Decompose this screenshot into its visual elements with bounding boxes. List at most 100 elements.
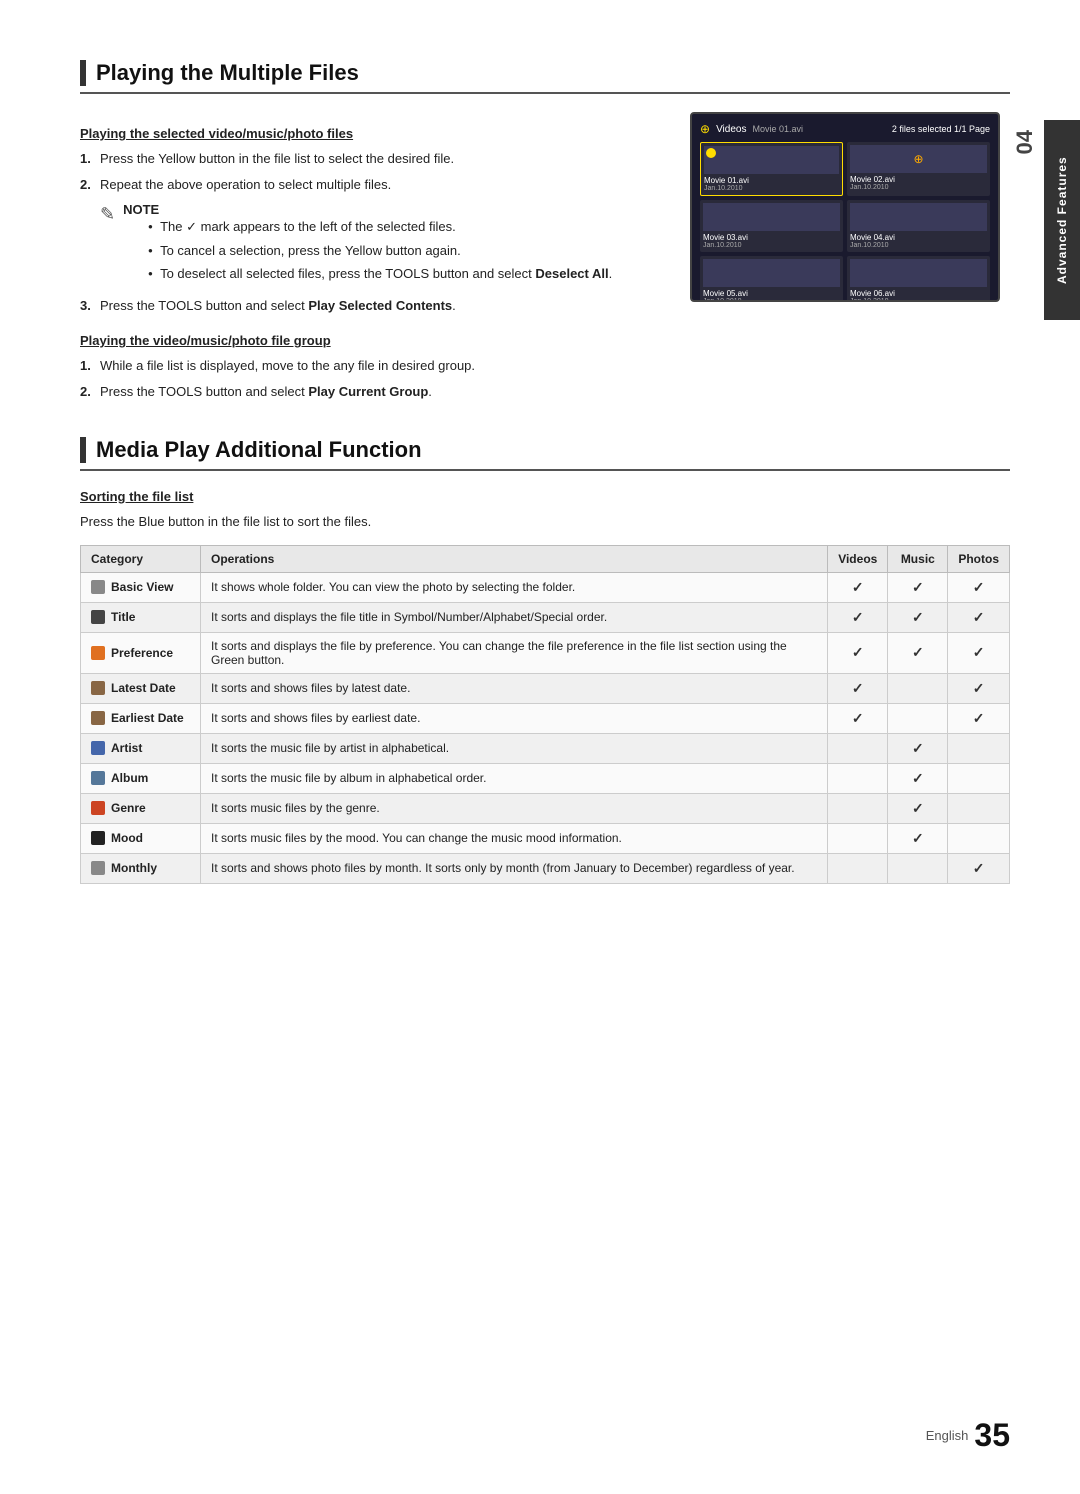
tv-title: Videos	[716, 124, 746, 135]
selected-indicator-1	[706, 148, 716, 158]
mood-music: ✓	[888, 823, 948, 853]
cat-preference: Preference	[81, 632, 201, 673]
step-3-num: 3.	[80, 296, 94, 316]
artist-videos	[828, 733, 888, 763]
tv-file-6-name: Movie 06.avi	[850, 289, 987, 298]
title-desc: It sorts and displays the file title in …	[201, 602, 828, 632]
subsection1-heading: Playing the selected video/music/photo f…	[80, 126, 660, 141]
table-row: Monthly It sorts and shows photo files b…	[81, 853, 1010, 883]
screenshot-container: ⊕ Videos Movie 01.avi 2 files selected 1…	[690, 112, 1010, 407]
monthly-videos	[828, 853, 888, 883]
tv-file-4-date: Jan.10.2010	[850, 242, 987, 249]
table-row: Preference It sorts and displays the fil…	[81, 632, 1010, 673]
col-videos: Videos	[828, 545, 888, 572]
mood-desc: It sorts music files by the mood. You ca…	[201, 823, 828, 853]
basic-view-desc: It shows whole folder. You can view the …	[201, 572, 828, 602]
cat-latest-date: Latest Date	[81, 673, 201, 703]
latest-date-photos: ✓	[948, 673, 1010, 703]
section-heading-bar	[80, 60, 86, 86]
preference-videos: ✓	[828, 632, 888, 673]
step-1-num: 1.	[80, 149, 94, 169]
subsection2-heading: Playing the video/music/photo file group	[80, 333, 660, 348]
section1-title: Playing the Multiple Files	[96, 60, 359, 86]
tv-file-1-name: Movie 01.avi	[704, 176, 839, 185]
preference-icon	[91, 646, 105, 660]
chapter-number: 04	[1008, 120, 1042, 164]
album-videos	[828, 763, 888, 793]
mood-videos	[828, 823, 888, 853]
tv-file-3-date: Jan.10.2010	[703, 242, 840, 249]
tv-thumb-4	[850, 203, 987, 231]
monthly-music	[888, 853, 948, 883]
cat-earliest-date: Earliest Date	[81, 703, 201, 733]
tv-status: 2 files selected 1/1 Page	[892, 124, 990, 134]
tv-file-5: Movie 05.avi Jan.10.2010	[700, 256, 843, 302]
genre-desc: It sorts music files by the genre.	[201, 793, 828, 823]
tv-file-grid: Movie 01.avi Jan.10.2010 ⊕ Movie 02.avi …	[700, 142, 990, 302]
latest-date-music	[888, 673, 948, 703]
tv-file-3: Movie 03.avi Jan.10.2010	[700, 200, 843, 252]
tv-thumb-2: ⊕	[850, 145, 987, 173]
artist-music: ✓	[888, 733, 948, 763]
tv-header: ⊕ Videos Movie 01.avi 2 files selected 1…	[700, 122, 990, 136]
artist-icon	[91, 741, 105, 755]
mood-photos	[948, 823, 1010, 853]
step-2-num: 2.	[80, 175, 94, 195]
note-box: ✎ NOTE The ✓ mark appears to the left of…	[100, 202, 660, 288]
tv-file-6: Movie 06.avi Jan.10.2010	[847, 256, 990, 302]
section2-description: Press the Blue button in the file list t…	[80, 512, 1010, 533]
step-3: 3. Press the TOOLS button and select Pla…	[80, 296, 660, 316]
col-operations: Operations	[201, 545, 828, 572]
basic-view-icon	[91, 580, 105, 594]
table-body: Basic View It shows whole folder. You ca…	[81, 572, 1010, 883]
tv-file-2: ⊕ Movie 02.avi Jan.10.2010	[847, 142, 990, 196]
genre-label: Genre	[111, 801, 146, 815]
monthly-icon	[91, 861, 105, 875]
tv-filename: Movie 01.avi	[752, 124, 803, 134]
footer-page-number: 35	[974, 1417, 1010, 1454]
tv-file-2-name: Movie 02.avi	[850, 175, 987, 184]
note-item-1: The ✓ mark appears to the left of the se…	[148, 217, 612, 237]
tv-thumb-6	[850, 259, 987, 287]
cat-genre: Genre	[81, 793, 201, 823]
footer-english: English	[926, 1428, 969, 1443]
tv-file-6-date: Jan.10.2010	[850, 298, 987, 302]
genre-music: ✓	[888, 793, 948, 823]
tv-file-5-date: Jan.10.2010	[703, 298, 840, 302]
latest-date-label: Latest Date	[111, 681, 176, 695]
step-1: 1. Press the Yellow button in the file l…	[80, 149, 660, 169]
tv-file-5-name: Movie 05.avi	[703, 289, 840, 298]
cat-title: Title	[81, 602, 201, 632]
chapter-tab-label: Advanced Features	[1055, 156, 1069, 284]
artist-photos	[948, 733, 1010, 763]
artist-label: Artist	[111, 741, 142, 755]
note-item-1-text: The ✓ mark appears to the left of the se…	[160, 219, 456, 234]
earliest-date-desc: It sorts and shows files by earliest dat…	[201, 703, 828, 733]
album-photos	[948, 763, 1010, 793]
table-row: Latest Date It sorts and shows files by …	[81, 673, 1010, 703]
note-label: NOTE	[123, 202, 159, 217]
table-header-row: Category Operations Videos Music Photos	[81, 545, 1010, 572]
sort-table: Category Operations Videos Music Photos …	[80, 545, 1010, 884]
section1-content: Playing the selected video/music/photo f…	[80, 112, 1010, 407]
table-row: Album It sorts the music file by album i…	[81, 763, 1010, 793]
note-item-3-text: To deselect all selected files, press th…	[160, 266, 612, 281]
monthly-desc: It sorts and shows photo files by month.…	[201, 853, 828, 883]
album-label: Album	[111, 771, 148, 785]
cat-album: Album	[81, 763, 201, 793]
sub2-step-1-text: While a file list is displayed, move to …	[100, 356, 475, 376]
step-1-text: Press the Yellow button in the file list…	[100, 149, 454, 169]
step-2: 2. Repeat the above operation to select …	[80, 175, 660, 195]
tv-thumb-3	[703, 203, 840, 231]
earliest-date-videos: ✓	[828, 703, 888, 733]
note-item-2: To cancel a selection, press the Yellow …	[148, 241, 612, 261]
cat-mood: Mood	[81, 823, 201, 853]
mood-label: Mood	[111, 831, 143, 845]
album-desc: It sorts the music file by album in alph…	[201, 763, 828, 793]
monthly-label: Monthly	[111, 861, 157, 875]
genre-videos	[828, 793, 888, 823]
table-row: Earliest Date It sorts and shows files b…	[81, 703, 1010, 733]
preference-music: ✓	[888, 632, 948, 673]
sub2-step-1: 1. While a file list is displayed, move …	[80, 356, 660, 376]
cat-artist: Artist	[81, 733, 201, 763]
